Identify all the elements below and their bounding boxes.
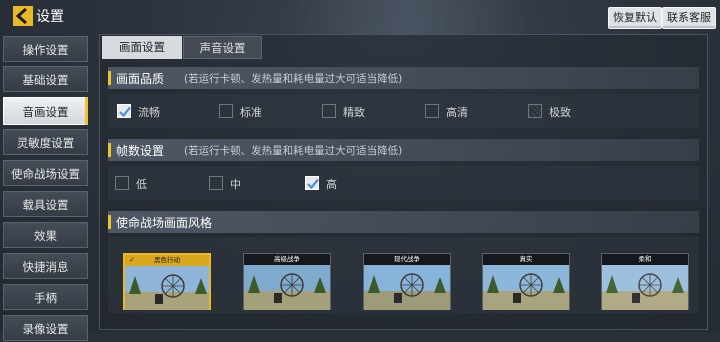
scene-preview-image (602, 265, 688, 310)
style-option-modern-warfare[interactable]: 现代战争 (363, 253, 451, 310)
quality-section-header: 画面品质 (若运行卡顿、发热量和耗电量过大可适当降低) (108, 67, 699, 89)
checkbox-checked[interactable] (117, 104, 131, 118)
framerate-option-high[interactable]: 高 (305, 176, 365, 192)
contact-support-button[interactable]: 联系客服 (662, 7, 716, 29)
sidebar-active-indicator (85, 97, 88, 125)
background-logo-shape (290, 0, 530, 34)
page-title: 设置 (36, 9, 64, 25)
section-accent-bar (108, 143, 111, 157)
section-accent-bar (108, 215, 111, 229)
framerate-options-row (108, 166, 699, 200)
checkbox-disabled (528, 104, 542, 118)
quality-note: (若运行卡顿、发热量和耗电量过大可适当降低) (184, 73, 403, 85)
option-label: 流畅 (138, 106, 160, 119)
sidebar-item-audio-video[interactable]: 音画设置 (3, 97, 88, 125)
sidebar-item-vehicle[interactable]: 载具设置 (3, 191, 88, 217)
framerate-option-low[interactable]: 低 (115, 176, 175, 192)
style-title: 使命战场画面风格 (116, 216, 213, 230)
reset-default-button[interactable]: 恢复默认 (608, 7, 662, 29)
sidebar-item-gamepad[interactable]: 手柄 (3, 284, 88, 310)
option-label: 高 (326, 178, 337, 191)
checkmark-icon: ✓ (129, 256, 135, 264)
framerate-title: 帧数设置 (116, 144, 165, 158)
quality-option-fine[interactable]: 精致 (322, 104, 402, 120)
sidebar-item-controls[interactable]: 操作设置 (3, 36, 88, 62)
style-caption: 现代战争 (364, 254, 450, 265)
checkbox[interactable] (209, 176, 223, 190)
quality-option-ultra: 极致 (528, 104, 608, 120)
style-caption: 真实 (483, 254, 569, 265)
style-label: 真实 (519, 255, 533, 263)
framerate-note: (若运行卡顿、发热量和耗电量过大可适当降低) (184, 145, 403, 157)
sidebar-item-basic[interactable]: 基础设置 (3, 66, 88, 92)
option-label: 中 (230, 178, 241, 191)
option-label: 低 (136, 178, 147, 191)
sidebar-item-effects[interactable]: 效果 (3, 222, 88, 248)
checkbox[interactable] (219, 104, 233, 118)
style-label: 柔和 (638, 255, 652, 263)
style-option-advanced-warfare[interactable]: 高级战争 (243, 253, 331, 310)
option-label: 精致 (343, 106, 365, 119)
style-option-black-ops[interactable]: ✓ 黑色行动 (123, 253, 211, 310)
tab-graphics[interactable]: 画面设置 (102, 36, 182, 59)
option-label: 极致 (549, 106, 571, 119)
quality-title: 画面品质 (116, 72, 165, 86)
style-label: 现代战争 (394, 255, 420, 263)
scene-preview-image (125, 266, 209, 310)
scene-preview-image (483, 265, 569, 310)
style-option-soft[interactable]: 柔和 (601, 253, 689, 310)
checkbox[interactable] (322, 104, 336, 118)
sidebar-item-quick-messages[interactable]: 快捷消息 (3, 253, 88, 279)
checkbox-checked[interactable] (305, 176, 319, 190)
style-section-header: 使命战场画面风格 (108, 211, 699, 233)
style-caption: ✓ 黑色行动 (125, 255, 209, 266)
sidebar-item-battlefield[interactable]: 使命战场设置 (3, 160, 88, 186)
scene-preview-image (244, 265, 330, 310)
sidebar-item-replay[interactable]: 录像设置 (3, 315, 88, 341)
quality-option-hd[interactable]: 高清 (425, 104, 505, 120)
option-label: 高清 (446, 106, 468, 119)
scene-preview-image (364, 265, 450, 310)
section-accent-bar (108, 71, 111, 85)
style-option-realistic[interactable]: 真实 (482, 253, 570, 310)
style-caption: 柔和 (602, 254, 688, 265)
style-caption: 高级战争 (244, 254, 330, 265)
back-arrow-icon[interactable] (12, 5, 34, 27)
checkbox[interactable] (115, 176, 129, 190)
tab-sound[interactable]: 声音设置 (183, 36, 262, 59)
style-label: 高级战争 (274, 255, 300, 263)
option-label: 标准 (240, 106, 262, 119)
style-label: 黑色行动 (154, 256, 180, 264)
framerate-option-medium[interactable]: 中 (209, 176, 269, 192)
sidebar-item-sensitivity[interactable]: 灵敏度设置 (3, 129, 88, 155)
framerate-section-header: 帧数设置 (若运行卡顿、发热量和耗电量过大可适当降低) (108, 139, 699, 161)
checkbox[interactable] (425, 104, 439, 118)
quality-option-smooth[interactable]: 流畅 (117, 104, 197, 120)
quality-option-standard[interactable]: 标准 (219, 104, 299, 120)
